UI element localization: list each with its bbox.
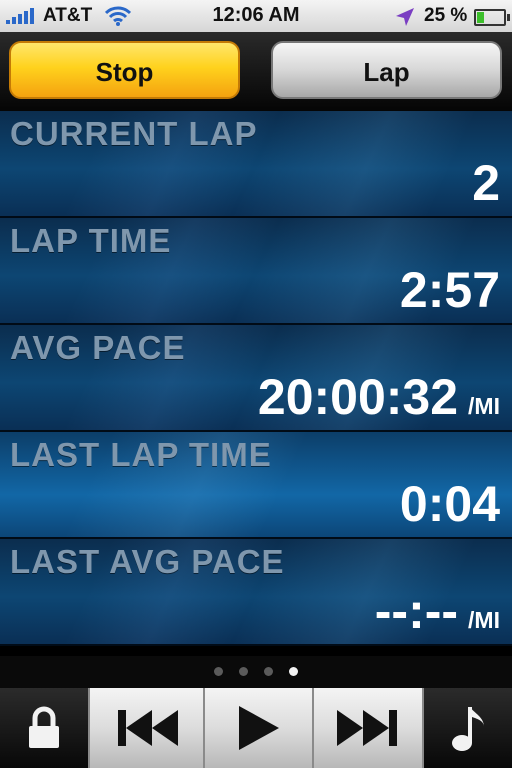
stat-label: AVG PACE — [10, 329, 186, 366]
stat-value-number: --:-- — [374, 583, 459, 639]
stat-value-number: 2 — [472, 155, 500, 211]
status-bar: AT&T 12:06 AM 25 % — [0, 0, 512, 32]
stat-value-number: 0:04 — [399, 476, 500, 532]
stat-value: 2:57 — [400, 261, 500, 319]
stat-lap-time: LAP TIME 2:57 — [0, 218, 512, 325]
lock-button[interactable] — [0, 688, 88, 768]
skip-back-button[interactable] — [88, 688, 203, 768]
stop-button[interactable]: Stop — [9, 41, 240, 99]
stat-current-lap: CURRENT LAP 2 — [0, 111, 512, 218]
stats-list: CURRENT LAP 2 LAP TIME 2:57 AVG PACE 20:… — [0, 111, 512, 646]
page-dot[interactable] — [214, 667, 223, 676]
stat-label: CURRENT LAP — [10, 115, 258, 152]
skip-forward-button[interactable] — [312, 688, 424, 768]
stat-value: 0:04 — [400, 475, 500, 533]
music-button[interactable] — [424, 688, 512, 768]
stat-unit: /MI — [468, 393, 500, 419]
location-arrow-icon — [395, 7, 415, 32]
page-dot[interactable] — [239, 667, 248, 676]
stat-label: LAP TIME — [10, 222, 172, 259]
stat-last-avg-pace: LAST AVG PACE --:-- /MI — [0, 539, 512, 646]
stat-label: LAST AVG PACE — [10, 543, 285, 580]
page-dot[interactable] — [289, 667, 298, 676]
battery-icon — [474, 9, 510, 26]
stat-unit: /MI — [468, 607, 500, 633]
stat-last-lap-time: LAST LAP TIME 0:04 — [0, 432, 512, 539]
top-button-bar: Stop Lap — [0, 32, 512, 111]
stat-value: --:-- /MI — [375, 582, 500, 640]
page-indicator[interactable] — [0, 656, 512, 688]
page-dot[interactable] — [264, 667, 273, 676]
stat-value: 20:00:32/MI — [258, 368, 500, 426]
stat-value-number: 2:57 — [399, 262, 500, 318]
stat-label: LAST LAP TIME — [10, 436, 272, 473]
stat-value: 2 — [472, 154, 500, 212]
battery-percent: 25 % — [424, 5, 468, 26]
lap-button[interactable]: Lap — [271, 41, 502, 99]
stat-value-number: 20:00:32 — [257, 369, 459, 425]
play-button[interactable] — [203, 688, 312, 768]
playback-controls — [0, 688, 512, 768]
stat-avg-pace: AVG PACE 20:00:32/MI — [0, 325, 512, 432]
